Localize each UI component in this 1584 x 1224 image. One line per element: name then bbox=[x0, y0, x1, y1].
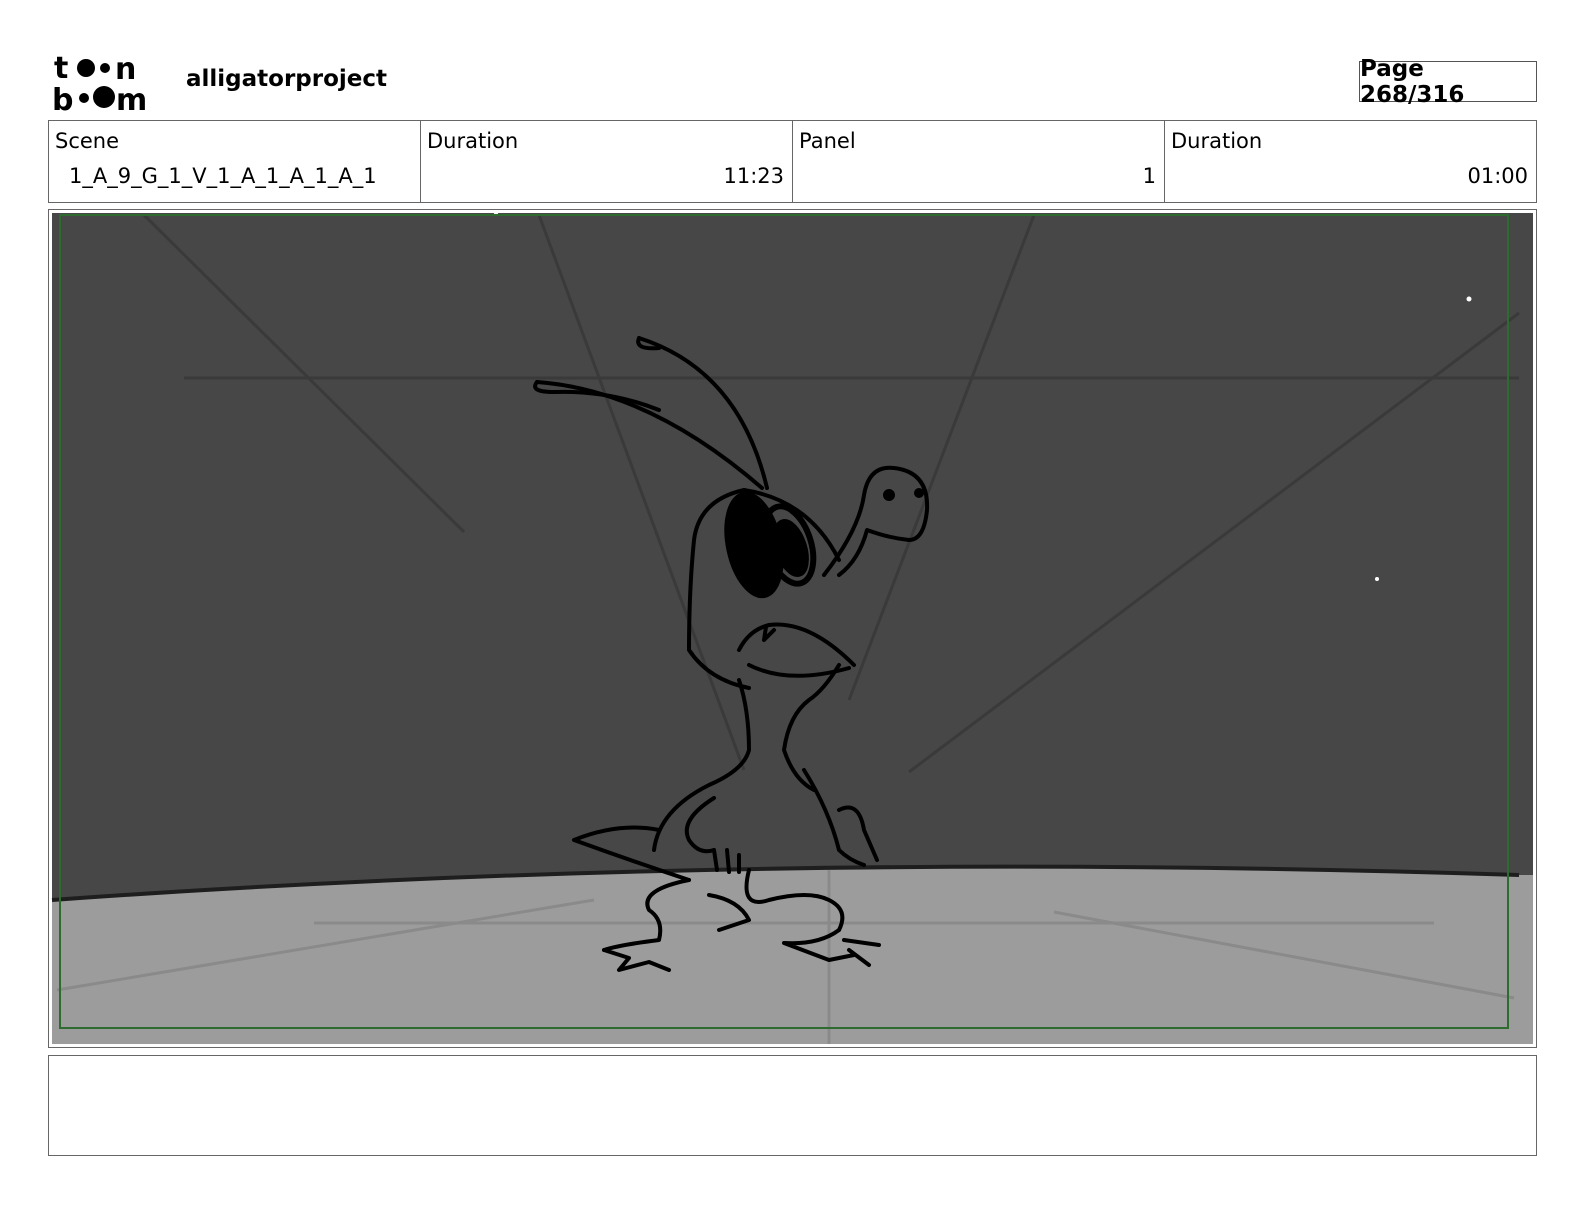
scene-duration-cell: Duration 11:23 bbox=[421, 121, 793, 202]
toon-boom-logo: t n b m bbox=[52, 50, 164, 118]
scene-duration-label: Duration bbox=[427, 129, 519, 153]
scene-cell: Scene 1_A_9_G_1_V_1_A_1_A_1_A_1 bbox=[49, 121, 421, 202]
panel-drawing bbox=[51, 210, 1533, 1044]
scene-label: Scene bbox=[55, 129, 120, 153]
panel-value: 1 bbox=[1142, 164, 1156, 188]
svg-text:b: b bbox=[52, 83, 73, 112]
panel-duration-value: 01:00 bbox=[1467, 164, 1528, 188]
panel-duration-label: Duration bbox=[1171, 129, 1263, 153]
panel-duration-cell: Duration 01:00 bbox=[1165, 121, 1536, 202]
storyboard-panel bbox=[48, 209, 1537, 1048]
svg-text:n: n bbox=[115, 52, 136, 87]
svg-text:m: m bbox=[116, 83, 147, 112]
page-number: Page 268/316 bbox=[1359, 56, 1537, 108]
scene-value: 1_A_9_G_1_V_1_A_1_A_1_A_1 bbox=[69, 164, 377, 188]
svg-text:t: t bbox=[54, 51, 68, 86]
panel-label: Panel bbox=[799, 129, 856, 153]
panel-notes-box bbox=[48, 1055, 1537, 1156]
scene-duration-value: 11:23 bbox=[723, 164, 784, 188]
floor bbox=[52, 866, 1533, 1044]
scene-info-table: Scene 1_A_9_G_1_V_1_A_1_A_1_A_1 Duration… bbox=[48, 120, 1537, 203]
panel-cell: Panel 1 bbox=[793, 121, 1165, 202]
project-title: alligatorproject bbox=[186, 66, 388, 92]
